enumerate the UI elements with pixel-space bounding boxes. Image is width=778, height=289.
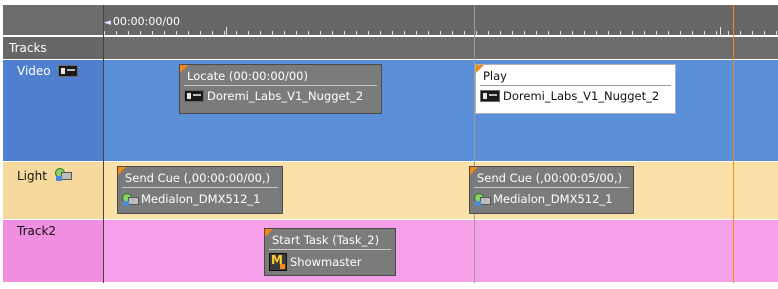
track-label-video-text: Video [17,64,51,78]
ruler-corner [3,5,103,35]
time-marker-line [474,5,475,283]
cue-divider [122,187,278,188]
cue-device: Medialon_DMX512_1 [122,191,260,207]
cue-title: Locate (00:00:00/00) [187,69,308,83]
track-label-light-text: Light [17,169,47,183]
cue-title: Send Cue (,00:00:00/00,) [125,171,271,185]
video-device-icon [480,90,500,102]
cue-device-name: Medialon_DMX512_1 [141,192,261,206]
cue-device: Doremi_Labs_V1_Nugget_2 [184,89,363,103]
ruler-major-ticks [104,5,778,35]
ruler-major-tick [226,27,227,35]
timeline-editor: ◄ 00:00:00/00 Tracks Video Light Track2 L… [0,0,778,289]
tracks-header-bar [104,37,778,59]
cue-locate[interactable]: Locate (00:00:00/00) Doremi_Labs_V1_Nugg… [179,64,382,114]
track-label-light[interactable]: Light [3,162,103,219]
cue-device: Showmaster [269,253,362,271]
cue-title: Send Cue (,00:00:05/00,) [477,171,623,185]
track-divider-line [103,5,104,283]
cue-divider [184,85,377,86]
cue-divider [474,187,629,188]
cue-send-cue-1[interactable]: Send Cue (,00:00:00/00,) Medialon_DMX512… [117,166,283,214]
cue-device-name: Doremi_Labs_V1_Nugget_2 [503,89,660,103]
cue-divider [480,85,671,86]
cue-start-task[interactable]: Start Task (Task_2) Showmaster [264,228,396,276]
cue-title: Play [483,69,507,83]
track-lane-track2[interactable] [104,220,778,282]
cue-title: Start Task (Task_2) [272,233,380,247]
track-label-track2[interactable]: Track2 [3,220,103,282]
track-label-track2-text: Track2 [17,224,57,238]
dmx-light-icon [54,166,72,182]
cue-device-name: Showmaster [290,255,362,269]
cue-device-name: Medialon_DMX512_1 [493,192,613,206]
showmaster-icon [269,253,287,271]
track-label-video[interactable]: Video [3,60,103,161]
ruler-major-tick [720,27,721,35]
time-ruler[interactable]: ◄ 00:00:00/00 [104,5,778,35]
dmx-light-icon [122,191,139,207]
cue-divider [269,249,391,250]
cue-device: Medialon_DMX512_1 [474,191,612,207]
cue-device: Doremi_Labs_V1_Nugget_2 [480,89,659,103]
cue-device-name: Doremi_Labs_V1_Nugget_2 [207,89,364,103]
tracks-header: Tracks [3,37,103,59]
cue-send-cue-2[interactable]: Send Cue (,00:00:05/00,) Medialon_DMX512… [469,166,634,214]
video-device-icon [184,90,204,102]
cue-play[interactable]: Play Doremi_Labs_V1_Nugget_2 [475,64,676,114]
dmx-light-icon [474,191,491,207]
video-device-icon [58,65,79,77]
playhead-line[interactable] [733,5,734,283]
